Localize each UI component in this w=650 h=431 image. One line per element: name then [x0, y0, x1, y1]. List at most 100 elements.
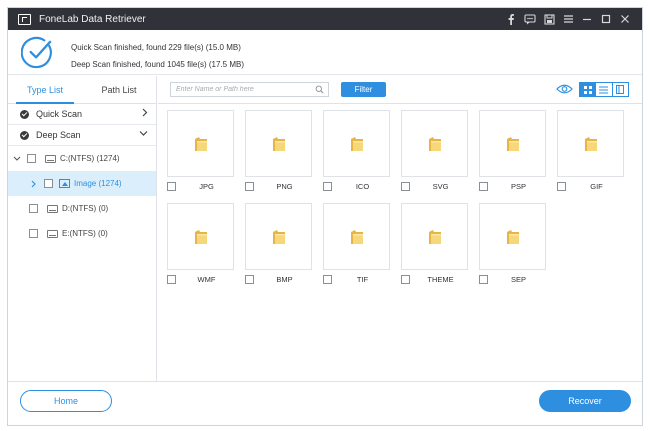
checkbox[interactable]: [167, 182, 176, 191]
file-tile-ico[interactable]: ICO: [323, 110, 390, 194]
minimize-icon[interactable]: [580, 12, 594, 26]
folder-icon: [272, 136, 285, 151]
detail-view-icon: [616, 85, 625, 94]
folder-icon: [428, 136, 441, 151]
file-type-label: JPG: [199, 182, 214, 191]
deep-scan-label: Deep Scan: [36, 130, 81, 140]
list-view-button[interactable]: [595, 83, 611, 96]
tree-item-label: E:(NTFS) (0): [62, 229, 108, 238]
checkbox[interactable]: [401, 182, 410, 191]
file-thumbnail[interactable]: [323, 110, 390, 177]
quick-scan-label: Quick Scan: [36, 109, 83, 119]
folder-icon: [272, 229, 285, 244]
checkbox[interactable]: [245, 275, 254, 284]
file-thumbnail[interactable]: [557, 110, 624, 177]
checkbox[interactable]: [323, 275, 332, 284]
chat-icon[interactable]: [523, 12, 537, 26]
file-type-label: WMF: [197, 275, 216, 284]
grid-icon: [583, 85, 592, 94]
quick-scan-row[interactable]: Quick Scan: [8, 104, 156, 125]
file-tile-png[interactable]: PNG: [245, 110, 312, 194]
drive-icon: [47, 229, 58, 238]
app-logo-icon: [18, 13, 31, 25]
check-icon: [20, 109, 29, 119]
checkbox[interactable]: [167, 275, 176, 284]
title-bar[interactable]: FoneLab Data Retriever: [8, 8, 642, 30]
file-thumbnail[interactable]: [167, 203, 234, 270]
deep-scan-status: Deep Scan finished, found 1045 file(s) (…: [71, 60, 244, 69]
file-type-label: PSP: [510, 182, 526, 191]
drive-icon: [45, 154, 56, 163]
tree-item-label: C:(NTFS) (1274): [60, 154, 120, 163]
app-title: FoneLab Data Retriever: [39, 13, 146, 25]
checkbox[interactable]: [479, 275, 488, 284]
file-tile-jpg[interactable]: JPG: [167, 110, 234, 194]
checkbox[interactable]: [29, 204, 38, 213]
file-tile-tif[interactable]: TIF: [323, 203, 390, 287]
chevron-right-icon[interactable]: [29, 180, 38, 188]
checkbox[interactable]: [29, 229, 38, 238]
app-window: FoneLab Data Retriever Quick Scan finish…: [7, 7, 643, 426]
folder-icon: [584, 136, 597, 151]
file-type-label: SVG: [432, 182, 449, 191]
facebook-icon[interactable]: [504, 12, 518, 26]
grid-view-button[interactable]: [580, 83, 596, 96]
search-box[interactable]: [170, 82, 329, 97]
file-type-label: TIF: [356, 275, 369, 284]
folder-icon: [506, 229, 519, 244]
file-type-label: THEME: [427, 275, 454, 284]
menu-icon[interactable]: [561, 12, 575, 26]
eye-icon[interactable]: [556, 83, 573, 95]
file-thumbnail[interactable]: [479, 110, 546, 177]
file-type-label: ICO: [355, 182, 370, 191]
checkbox[interactable]: [323, 182, 332, 191]
save-icon[interactable]: [542, 12, 556, 26]
tree-item-label: Image (1274): [74, 179, 122, 188]
image-folder-icon: [59, 179, 70, 188]
file-type-label: SEP: [510, 275, 526, 284]
search-input[interactable]: [176, 86, 316, 93]
chevron-down-icon[interactable]: [12, 156, 21, 162]
filter-button[interactable]: Filter: [341, 82, 386, 97]
checkbox[interactable]: [479, 182, 488, 191]
file-thumbnail[interactable]: [245, 110, 312, 177]
maximize-icon[interactable]: [599, 12, 613, 26]
file-thumbnail[interactable]: [479, 203, 546, 270]
home-button[interactable]: Home: [20, 390, 112, 412]
scan-complete-icon: [21, 36, 52, 69]
folder-icon: [428, 229, 441, 244]
close-icon[interactable]: [618, 12, 632, 26]
search-icon[interactable]: [315, 85, 324, 94]
deep-scan-row[interactable]: Deep Scan: [8, 125, 156, 146]
file-tile-gif[interactable]: GIF: [557, 110, 624, 194]
file-thumbnail[interactable]: [401, 110, 468, 177]
scan-status-panel: Quick Scan finished, found 229 file(s) (…: [8, 30, 642, 75]
tree-item-drive-d[interactable]: D:(NTFS) (0): [8, 196, 156, 221]
tree-item-image[interactable]: Image (1274): [8, 171, 156, 196]
file-thumbnail[interactable]: [323, 203, 390, 270]
file-tile-wmf[interactable]: WMF: [167, 203, 234, 287]
tree-item-drive-c[interactable]: C:(NTFS) (1274): [8, 146, 156, 171]
file-tile-svg[interactable]: SVG: [401, 110, 468, 194]
tab-type-list[interactable]: Type List: [8, 76, 82, 104]
checkbox[interactable]: [44, 179, 53, 188]
file-browser: Filter JPG PNG: [158, 76, 642, 381]
file-tile-sep[interactable]: SEP: [479, 203, 546, 287]
checkbox[interactable]: [401, 275, 410, 284]
file-thumbnail[interactable]: [245, 203, 312, 270]
file-tile-bmp[interactable]: BMP: [245, 203, 312, 287]
folder-icon: [506, 136, 519, 151]
checkbox[interactable]: [557, 182, 566, 191]
folder-icon: [194, 229, 207, 244]
tab-path-list[interactable]: Path List: [82, 76, 156, 103]
checkbox[interactable]: [245, 182, 254, 191]
tree-item-label: D:(NTFS) (0): [62, 204, 109, 213]
file-thumbnail[interactable]: [167, 110, 234, 177]
file-tile-psp[interactable]: PSP: [479, 110, 546, 194]
recover-button[interactable]: Recover: [539, 390, 631, 412]
file-tile-theme[interactable]: THEME: [401, 203, 468, 287]
checkbox[interactable]: [27, 154, 36, 163]
tree-item-drive-e[interactable]: E:(NTFS) (0): [8, 221, 156, 246]
file-thumbnail[interactable]: [401, 203, 468, 270]
detail-view-button[interactable]: [611, 83, 628, 96]
